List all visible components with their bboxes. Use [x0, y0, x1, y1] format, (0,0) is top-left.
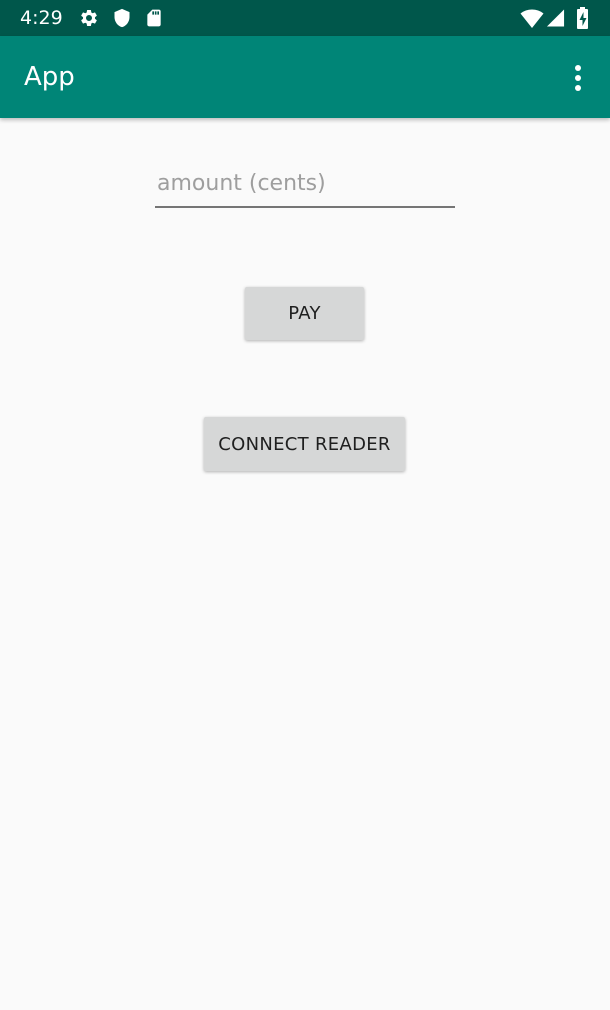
- status-time: 4:29: [20, 7, 63, 29]
- pay-button[interactable]: PAY: [245, 287, 364, 340]
- sd-card-icon: [147, 9, 161, 27]
- wifi-icon: [520, 9, 544, 28]
- more-vert-icon: [575, 65, 581, 91]
- app-title: App: [24, 62, 75, 92]
- connect-reader-button[interactable]: CONNECT READER: [204, 417, 405, 471]
- shield-icon: [114, 8, 130, 28]
- overflow-menu-button[interactable]: [562, 60, 594, 96]
- status-bar: 4:29: [0, 0, 610, 36]
- gear-icon: [81, 9, 97, 26]
- signal-icon: [546, 9, 565, 27]
- amount-input[interactable]: [155, 166, 455, 208]
- app-bar: App: [0, 36, 610, 118]
- battery-charging-icon: [577, 7, 588, 29]
